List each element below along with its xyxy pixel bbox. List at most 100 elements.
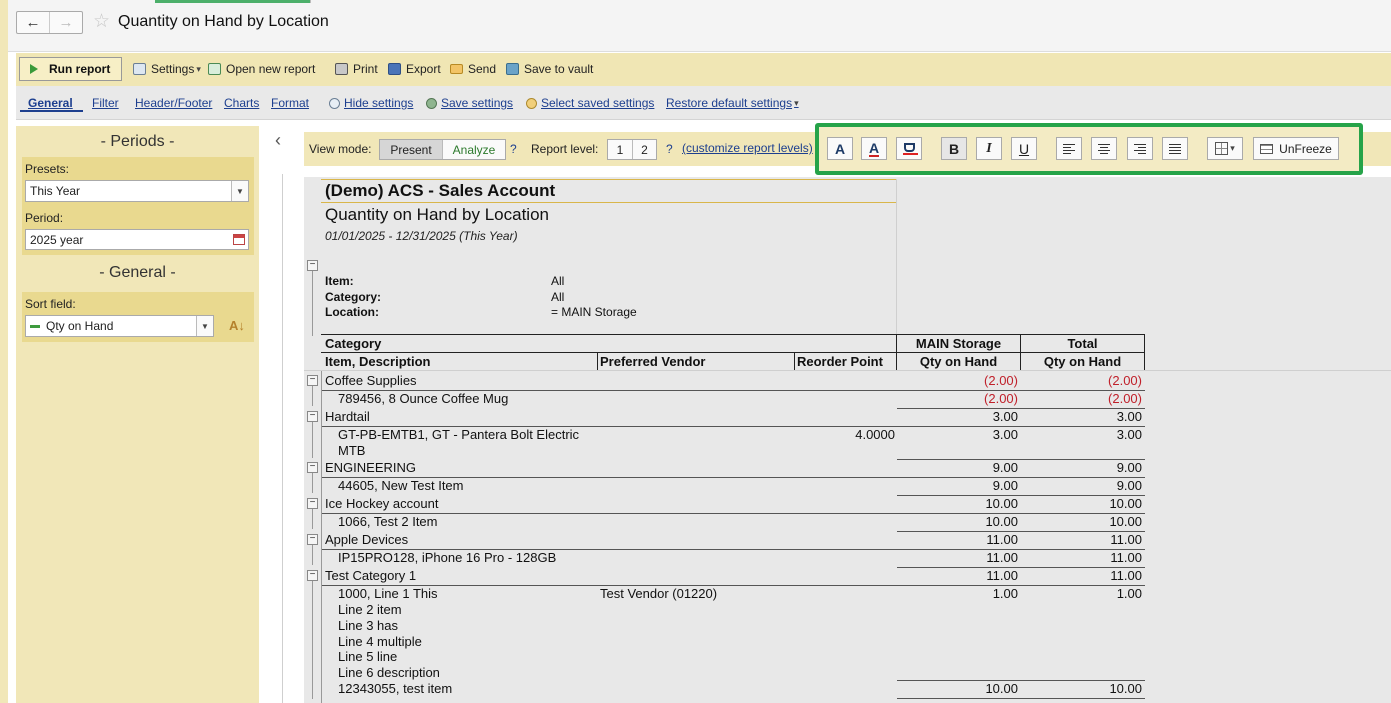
collapse-group-icon[interactable]: − <box>307 498 318 509</box>
col-total-qty-on-hand[interactable]: Qty on Hand <box>1021 354 1144 369</box>
filter-category-value: All <box>551 290 565 304</box>
view-mode-help[interactable]: ? <box>510 142 517 156</box>
presets-select[interactable]: This Year ▼ <box>25 180 249 202</box>
forward-button[interactable]: → <box>49 12 82 33</box>
back-button[interactable]: ← <box>17 12 49 33</box>
align-left-icon <box>1063 143 1075 154</box>
report-title: Quantity on Hand by Location <box>325 205 549 224</box>
sort-field-select[interactable]: Qty on Hand ▼ <box>25 315 214 337</box>
export-label: Export <box>406 62 441 76</box>
tab-filter[interactable]: Filter <box>92 96 119 110</box>
font-button[interactable]: A <box>827 137 853 160</box>
save-to-vault-button[interactable]: Save to vault <box>506 62 593 76</box>
align-center-button[interactable] <box>1091 137 1117 160</box>
align-right-button[interactable] <box>1127 137 1153 160</box>
calendar-icon[interactable] <box>229 230 248 249</box>
category-row-label[interactable]: ENGINEERING <box>325 460 416 475</box>
col-total[interactable]: Total <box>1021 336 1144 351</box>
filter-item-value: All <box>551 274 565 288</box>
category-row-label[interactable]: Apple Devices <box>325 532 408 547</box>
run-report-button[interactable]: Run report <box>19 57 122 81</box>
collapse-group-icon[interactable]: − <box>307 462 318 473</box>
vault-icon <box>506 63 519 75</box>
col-main-qty-on-hand[interactable]: Qty on Hand <box>897 354 1020 369</box>
send-label: Send <box>468 62 497 76</box>
fill-color-button[interactable] <box>896 137 922 160</box>
tab-header-footer[interactable]: Header/Footer <box>135 96 212 110</box>
play-icon <box>30 64 38 74</box>
favorite-star-icon[interactable]: ☆ <box>93 12 110 32</box>
col-item-description[interactable]: Item, Description <box>325 354 430 369</box>
dropdown-icon: ▾ <box>794 97 799 108</box>
item-row-label[interactable]: 12343055, test item <box>338 681 452 696</box>
collapse-group-icon[interactable]: − <box>307 534 318 545</box>
item-row-label[interactable]: 1066, Test 2 Item <box>338 514 438 529</box>
item-row-label[interactable]: 44605, New Test Item <box>338 478 464 493</box>
unfreeze-button[interactable]: UnFreeze <box>1253 137 1339 160</box>
category-total-qty: (2.00) <box>1108 373 1142 388</box>
level-1-button[interactable]: 1 <box>608 140 632 159</box>
collapse-header-icon[interactable]: − <box>307 260 318 271</box>
tab-format[interactable]: Format <box>271 96 309 110</box>
settings-label: Settings <box>151 62 195 76</box>
category-row-label[interactable]: Ice Hockey account <box>325 496 438 511</box>
item-row-label[interactable]: IP15PRO128, iPhone 16 Pro - 128GB <box>338 550 556 565</box>
period-input[interactable]: 2025 year <box>25 229 249 250</box>
category-row-label[interactable]: Coffee Supplies <box>325 373 417 388</box>
font-color-button[interactable]: A <box>861 137 887 160</box>
underline-button[interactable]: U <box>1011 137 1037 160</box>
italic-button[interactable]: I <box>976 137 1002 160</box>
category-total-qty: 11.00 <box>1110 568 1142 583</box>
report-company: (Demo) ACS - Sales Account <box>321 179 897 203</box>
borders-button[interactable]: ▾ <box>1207 137 1243 160</box>
export-icon <box>388 63 401 75</box>
settings-button[interactable]: Settings ▾ <box>133 62 201 76</box>
item-row-label-continued: MTB <box>338 443 366 458</box>
sort-direction-icon[interactable]: A↓ <box>229 318 245 333</box>
present-mode-button[interactable]: Present <box>380 140 442 159</box>
category-main-qty: 11.00 <box>986 568 1018 583</box>
col-reorder-point[interactable]: Reorder Point <box>797 354 883 369</box>
col-main-storage[interactable]: MAIN Storage <box>897 336 1020 351</box>
item-total-qty: 3.00 <box>1116 427 1142 442</box>
justify-button[interactable] <box>1162 137 1188 160</box>
open-new-report-button[interactable]: Open new report <box>208 62 315 76</box>
align-left-button[interactable] <box>1056 137 1082 160</box>
bold-button[interactable]: B <box>941 137 967 160</box>
category-row-label[interactable]: Test Category 1 <box>325 568 416 583</box>
category-main-qty: 9.00 <box>992 460 1018 475</box>
col-category[interactable]: Category <box>325 336 381 351</box>
tree-line <box>312 473 313 493</box>
col-preferred-vendor[interactable]: Preferred Vendor <box>600 354 706 369</box>
item-row-label[interactable]: 1000, Line 1 This <box>338 586 438 601</box>
collapse-panel-icon[interactable]: ‹ <box>275 130 281 151</box>
tab-charts[interactable]: Charts <box>224 96 259 110</box>
filter-location-label: Location: <box>325 305 379 319</box>
select-saved-settings-link[interactable]: Select saved settings <box>526 96 654 110</box>
restore-default-settings-link[interactable]: Restore default settings ▾ <box>666 96 799 110</box>
print-button[interactable]: Print <box>335 62 378 76</box>
analyze-mode-button[interactable]: Analyze <box>442 140 505 159</box>
italic-icon: I <box>986 140 992 156</box>
item-row-label[interactable]: GT-PB-EMTB1, GT - Pantera Bolt Electric <box>338 427 579 442</box>
item-row-label[interactable]: 789456, 8 Ounce Coffee Mug <box>338 391 508 406</box>
category-row-label[interactable]: Hardtail <box>325 409 370 424</box>
report-level-help[interactable]: ? <box>666 142 673 156</box>
collapse-group-icon[interactable]: − <box>307 411 318 422</box>
bold-icon: B <box>948 140 960 157</box>
collapse-group-icon[interactable]: − <box>307 570 318 581</box>
left-edge-strip <box>0 0 8 703</box>
customize-report-levels-link[interactable]: (customize report levels) <box>682 141 813 155</box>
tab-general[interactable]: General <box>28 96 73 110</box>
hide-settings-link[interactable]: Hide settings <box>329 96 413 110</box>
period-value: 2025 year <box>30 232 84 247</box>
save-settings-link[interactable]: Save settings <box>426 96 513 110</box>
export-button[interactable]: Export <box>388 62 441 76</box>
report-date-range: 01/01/2025 - 12/31/2025 (This Year) <box>325 229 518 243</box>
level-2-button[interactable]: 2 <box>632 140 656 159</box>
paint-bucket-icon <box>902 142 918 155</box>
open-new-report-label: Open new report <box>226 62 316 76</box>
send-button[interactable]: Send <box>450 62 496 76</box>
category-total-qty: 11.00 <box>1110 532 1142 547</box>
collapse-group-icon[interactable]: − <box>307 375 318 386</box>
